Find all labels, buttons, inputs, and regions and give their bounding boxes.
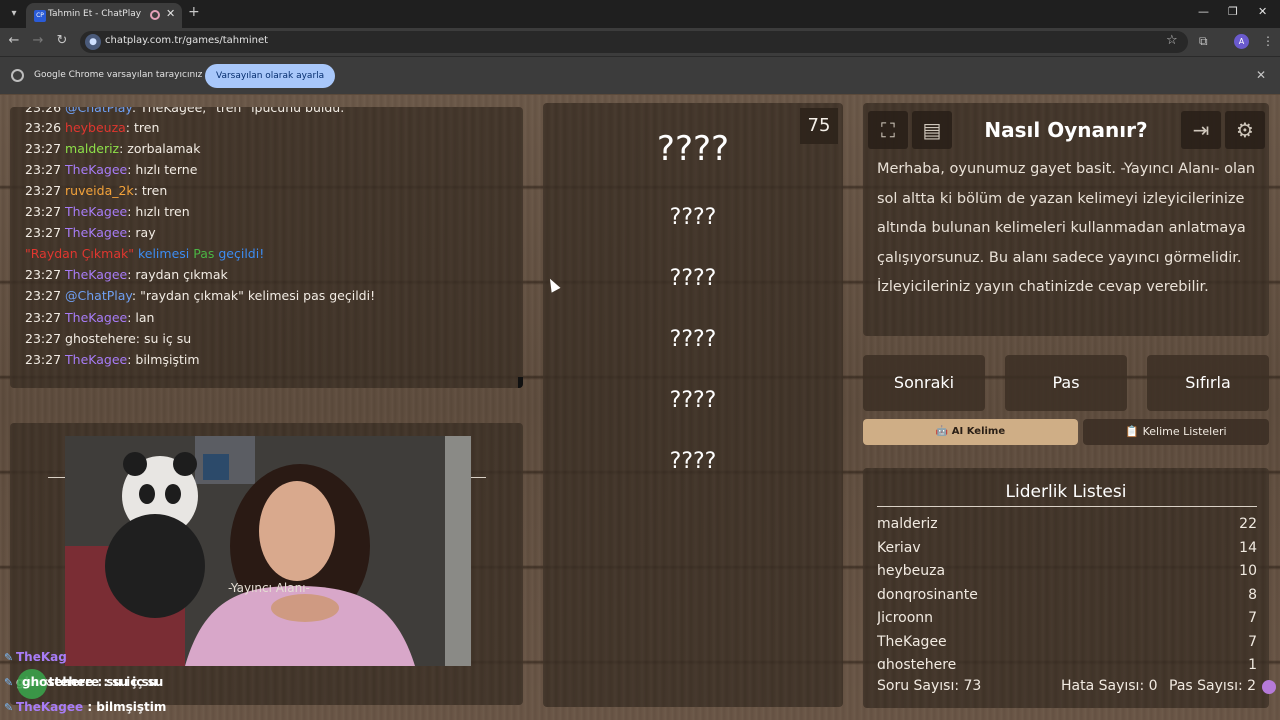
word-lists-button[interactable]: 📋 Kelime Listeleri [1083, 419, 1269, 445]
restore-icon[interactable]: ❐ [1228, 5, 1238, 18]
chat-line: 23:27 @ChatPlay: "raydan çıkmak" kelimes… [25, 288, 376, 303]
chat-line: 23:27 ruveida_2k: tren [25, 183, 168, 198]
chat-system-line: "Raydan Çıkmak" kelimesi Pas geçildi! [25, 246, 265, 261]
chat-line: 23:27 malderiz: zorbalamak [25, 141, 201, 156]
chat-line: 23:27 ghostehere: su iç su [25, 331, 192, 346]
bookmark-star-icon[interactable]: ☆ [1166, 33, 1178, 48]
leaderboard-row: Jicroonn 7 [877, 610, 1257, 626]
leaderboard-row: TheKagee 7 [877, 634, 1257, 650]
back-icon[interactable]: ← [5, 33, 23, 48]
leaderboard-list[interactable]: malderiz 22 Keriav 14 heybeuza 10 donqrosin… [863, 510, 1269, 669]
list-icon: 📋 [1125, 425, 1143, 438]
webcam-feed [65, 436, 471, 666]
forbidden-word: ???? [669, 327, 717, 352]
chatplay-favicon-icon: CP [34, 10, 46, 22]
forbidden-word: ???? [669, 205, 717, 230]
chrome-logo-icon [11, 69, 24, 82]
chat-scrollbar[interactable] [518, 377, 523, 388]
target-word: ???? [656, 129, 730, 169]
tab-search-chevron-icon[interactable]: ▾ [6, 6, 22, 22]
browser-toolbar: ← → ↻ ● chatplay.com.tr/games/tahminet ☆… [0, 28, 1280, 56]
robot-icon: 🤖 [935, 426, 952, 437]
chat-line: 23:26 @ChatPlay: TheKagee, "tren" ipucun… [25, 107, 345, 115]
close-tab-icon[interactable]: ✕ [166, 7, 175, 20]
webcam-image [65, 436, 471, 666]
recording-indicator-icon [150, 10, 160, 20]
default-browser-infobar: Google Chrome varsayılan tarayıcınız değ… [0, 56, 1280, 94]
overlay-chat-line: ✎ TheKagee : bilmşiştim [4, 700, 167, 714]
set-default-button[interactable]: Varsayılan olarak ayarla [205, 64, 336, 88]
how-to-play-title: Nasıl Oynanır? [984, 118, 1148, 142]
pencil-icon: ✎ [4, 676, 14, 689]
forward-icon[interactable]: → [29, 33, 47, 48]
minimize-icon[interactable]: — [1198, 5, 1209, 18]
next-button[interactable]: Sonraki [863, 355, 985, 411]
site-info-icon[interactable]: ● [85, 34, 101, 50]
chat-line: 23:26 heybeuza: tren [25, 120, 160, 135]
address-bar[interactable]: ● chatplay.com.tr/games/tahminet ☆ [80, 31, 1188, 53]
new-tab-icon[interactable]: + [188, 4, 200, 20]
profile-avatar[interactable]: A [1234, 34, 1249, 49]
chat-line: 23:27 TheKagee: lan [25, 310, 155, 325]
pass-count: Pas Sayısı: 22 [1169, 678, 1255, 694]
how-to-play-text: Merhaba, oyunumuz gayet basit. -Yayıncı … [877, 161, 1256, 295]
chat-line: 23:27 TheKagee: hızlı tren [25, 204, 190, 219]
gear-icon[interactable]: ⚙ [1225, 111, 1265, 149]
forbidden-word: ???? [669, 449, 717, 474]
document-icon[interactable]: ▤ [912, 111, 952, 149]
url-text: chatplay.com.tr/games/tahminet [105, 35, 269, 46]
reset-button[interactable]: Sıfırla [1147, 355, 1269, 411]
tab-title: Tahmin Et - ChatPlay [48, 9, 142, 19]
word-lists-label: Kelime Listeleri [1142, 425, 1227, 438]
leaderboard-row: ghostehere 1 [877, 657, 1257, 669]
leaderboard-row: malderiz 22 [877, 516, 1257, 532]
leaderboard-row: Keriav 14 [877, 540, 1257, 556]
pencil-icon: ✎ [4, 651, 14, 664]
chat-line: 23:27 TheKagee: ray [25, 225, 156, 240]
leaderboard-row: donqrosinante 8 [877, 587, 1257, 603]
pencil-icon: ✎ [4, 701, 14, 714]
divider-line [470, 477, 486, 478]
overlay-chat-line-text: ghostehere : su iç su [22, 675, 164, 689]
fullscreen-icon[interactable]: ⛶ [868, 111, 908, 149]
streamer-area-caption: -Yayıncı Alanı- [228, 581, 310, 595]
menu-kebab-icon[interactable]: ⋮ [1262, 34, 1274, 48]
tab-strip: ▾ CP Tahmin Et - ChatPlay ✕ + — ❐ ✕ [0, 0, 1280, 28]
leaderboard-title: Liderlik Listesi [1005, 482, 1127, 502]
chat-line: 23:27 TheKagee: bilmşiştim [25, 352, 200, 367]
close-window-icon[interactable]: ✕ [1258, 5, 1267, 18]
infobar-close-icon[interactable]: ✕ [1256, 68, 1266, 82]
ai-word-button[interactable]: 🤖 AI Kelime [863, 419, 1078, 445]
extensions-icon[interactable]: ⧉ [1199, 34, 1208, 49]
leaderboard-row: heybeuza 10 [877, 563, 1257, 579]
forbidden-word: ???? [669, 388, 717, 413]
pass-button[interactable]: Pas [1005, 355, 1127, 411]
divider-line [48, 477, 66, 478]
question-count: Soru Sayısı: 73 [877, 678, 982, 694]
forbidden-word: ???? [669, 266, 717, 291]
chat-panel: 23:26 @ChatPlay: TheKagee, "tren" ipucun… [10, 107, 523, 388]
browser-tab[interactable]: CP Tahmin Et - ChatPlay ✕ [26, 3, 182, 28]
chat-line: 23:27 TheKagee: raydan çıkmak [25, 267, 228, 282]
extension-badge-icon[interactable] [1262, 680, 1276, 694]
overlay-chat-line: ✎ TheKag [4, 650, 67, 664]
reload-icon[interactable]: ↻ [53, 33, 71, 48]
infobar-message: Google Chrome varsayılan tarayıcınız değ… [34, 70, 228, 80]
error-count: Hata Sayısı: 0 [1061, 678, 1158, 694]
ai-word-label: AI Kelime [951, 426, 1006, 437]
chat-line: 23:27 TheKagee: hızlı terne [25, 162, 198, 177]
exit-icon[interactable]: ⇥ [1181, 111, 1221, 149]
leaderboard-divider [877, 506, 1257, 507]
